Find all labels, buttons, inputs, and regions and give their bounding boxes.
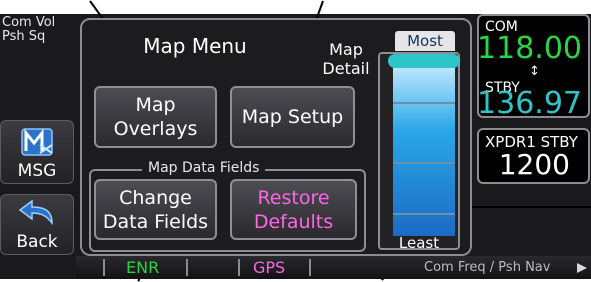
- map-overlays-label-1: Map: [135, 94, 176, 116]
- xpdr-box[interactable]: XPDR1 STBY 1200: [477, 128, 590, 184]
- knob-function-hint: Com Freq / Psh Nav: [424, 260, 551, 275]
- msg-button[interactable]: MSG: [0, 120, 74, 184]
- change-data-fields-label-2: Data Fields: [102, 210, 209, 233]
- slider-tick: [393, 162, 455, 164]
- triangle-right-icon: [577, 263, 587, 273]
- com-frequency-box[interactable]: COM 118.00 ↕ STBY 136.97: [477, 14, 590, 121]
- map-detail-slider-fill[interactable]: [393, 60, 455, 236]
- map-setup-button[interactable]: Map Setup: [230, 86, 355, 148]
- restore-defaults-button[interactable]: Restore Defaults: [230, 179, 357, 240]
- change-data-fields-button[interactable]: Change Data Fields: [94, 179, 217, 240]
- map-setup-label: Map Setup: [241, 106, 344, 128]
- xpdr-code: 1200: [498, 148, 570, 181]
- enr-annunciation: ENR: [126, 258, 160, 277]
- com-swap-icon: ↕: [529, 64, 540, 79]
- slider-tick: [393, 213, 455, 215]
- bottom-separator: [238, 259, 240, 276]
- com-active-frequency: 118.00: [477, 31, 582, 66]
- knob-label-line-1: Com Vol: [2, 15, 56, 30]
- bottom-separator: [186, 259, 188, 276]
- page-title: Map Menu: [143, 34, 247, 58]
- bottom-separator: [309, 259, 311, 276]
- slider-handle[interactable]: [388, 54, 460, 68]
- gps-annunciation: GPS: [253, 258, 286, 277]
- restore-defaults-label-2: Defaults: [253, 210, 334, 233]
- map-data-fields-label: Map Data Fields: [142, 160, 266, 176]
- back-label: Back: [16, 232, 58, 252]
- slider-most-label: Most: [395, 31, 455, 51]
- slider-tick: [393, 102, 455, 104]
- map-detail-label-2: Detail: [322, 59, 370, 78]
- map-overlays-button[interactable]: Map Overlays: [94, 86, 217, 148]
- map-detail-label-1: Map: [329, 40, 363, 59]
- map-overlays-label-2: Overlays: [113, 118, 198, 140]
- mail-envelope-icon: [21, 128, 53, 156]
- com-standby-frequency: 136.97: [477, 86, 582, 121]
- bottom-separator: [103, 259, 105, 276]
- msg-label: MSG: [17, 161, 57, 181]
- slider-least-label: Least: [398, 234, 440, 252]
- map-detail-label: Map Detail: [318, 40, 374, 78]
- back-arrow-icon: [18, 199, 53, 226]
- knob-label-line-2: Psh Sq: [2, 29, 46, 44]
- restore-defaults-label-1: Restore: [257, 186, 330, 209]
- knob-label: Com Vol Psh Sq: [2, 16, 76, 44]
- back-button[interactable]: Back: [0, 194, 74, 255]
- change-data-fields-label-1: Change: [119, 186, 192, 209]
